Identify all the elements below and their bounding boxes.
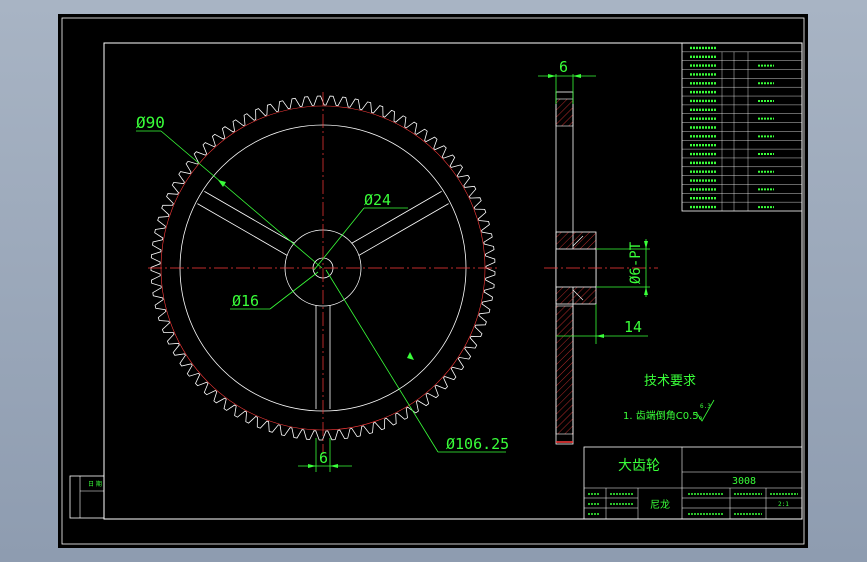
- d24-leader: [313, 207, 365, 271]
- outer-frame: [61, 17, 805, 545]
- gear-side-view: 6 14 Ø6-PT: [538, 58, 658, 445]
- hub-dia-label: Ø6-PT: [628, 241, 644, 284]
- part-name: 大齿轮: [618, 458, 660, 474]
- d16-label: Ø16: [232, 292, 259, 310]
- d24-label: Ø24: [364, 191, 391, 209]
- gear-parameter-table: [681, 42, 803, 212]
- side-hatch-top: [555, 98, 574, 127]
- spoke-width-label: 6: [319, 449, 328, 467]
- hub-length-label: 14: [624, 318, 642, 336]
- tech-req-item-1: 1. 齿端倒角C0.5。: [623, 409, 709, 422]
- d16-leader: [269, 271, 319, 310]
- d106-label: Ø106.25: [446, 435, 509, 453]
- technical-requirements: 技术要求 1. 齿端倒角C0.5。 6.3: [623, 374, 715, 422]
- drawing-sheet: 日 期 Ø90 Ø24 Ø16 Ø106.25 6 6 14 Ø6-PT 技术要…: [58, 14, 808, 548]
- tech-req-title: 技术要求: [644, 374, 696, 389]
- d90-label: Ø90: [136, 113, 165, 132]
- thickness-label: 6: [559, 58, 568, 76]
- cad-drawing: 日 期 Ø90 Ø24 Ø16 Ø106.25 6 6 14 Ø6-PT 技术要…: [61, 17, 805, 545]
- side-margin-label: 日 期: [88, 480, 102, 488]
- title-block: 大齿轮 3008 尼龙 2:1: [583, 446, 803, 520]
- side-hatch-bottom: [555, 305, 574, 435]
- roughness-value: 6.3: [700, 403, 711, 410]
- gear-front-view: Ø90 Ø24 Ø16 Ø106.25 6: [136, 92, 509, 472]
- d106-leader: [325, 269, 439, 453]
- material: 尼龙: [650, 498, 670, 511]
- scale: 2:1: [778, 501, 789, 508]
- d90-leader: [160, 130, 323, 269]
- drawing-number: 3008: [732, 476, 756, 487]
